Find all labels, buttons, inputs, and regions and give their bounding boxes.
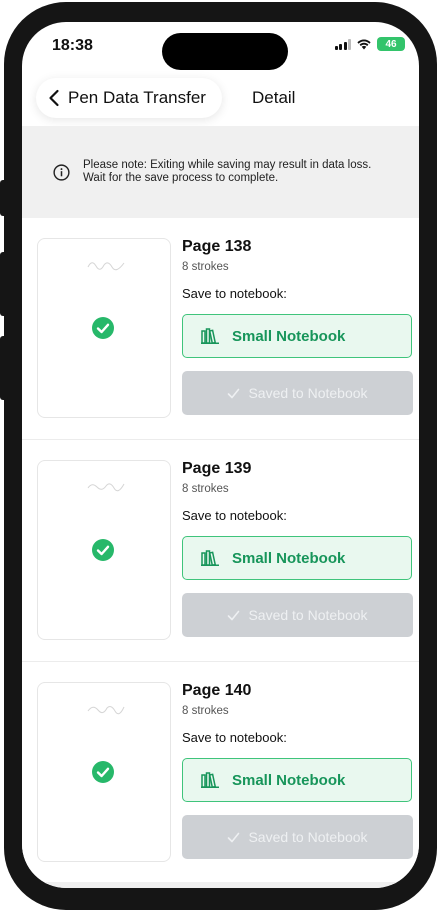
wifi-icon xyxy=(357,39,371,50)
check-circle-icon xyxy=(92,761,114,783)
notebook-name: Small Notebook xyxy=(232,771,346,789)
page-title: Detail xyxy=(252,88,296,107)
notebook-select-button[interactable]: Small Notebook xyxy=(182,758,412,802)
side-button-volume-down xyxy=(0,336,8,400)
navigation-bar: Pen Data Transfer Detail xyxy=(22,76,419,124)
notebook-name: Small Notebook xyxy=(232,327,346,345)
page-item: Page 139 8 strokes Save to notebook: Sma… xyxy=(22,440,419,662)
saved-to-notebook-button[interactable]: Saved to Notebook xyxy=(182,815,413,859)
stroke-preview xyxy=(87,483,125,492)
battery-icon: 46 xyxy=(377,37,405,51)
page-number: Page 138 xyxy=(182,238,252,255)
stroke-preview xyxy=(87,262,125,271)
signal-icon xyxy=(334,38,351,50)
page-item: Page 140 8 strokes Save to notebook: Sma… xyxy=(22,662,419,884)
page-number: Page 139 xyxy=(182,460,252,477)
side-button-volume-up xyxy=(0,252,8,316)
stroke-count: 8 strokes xyxy=(182,705,229,717)
checkmark-icon xyxy=(228,832,240,842)
saved-label: Saved to Notebook xyxy=(248,385,368,401)
screen: 18:38 46 Pen Data Transfer Detail Please… xyxy=(22,22,419,888)
books-icon xyxy=(201,328,219,344)
stroke-count: 8 strokes xyxy=(182,483,229,495)
info-icon xyxy=(53,163,70,181)
page-number: Page 140 xyxy=(182,682,252,699)
page-thumbnail[interactable] xyxy=(37,238,171,418)
check-circle-icon xyxy=(92,539,114,561)
books-icon xyxy=(201,550,219,566)
page-list: Page 138 8 strokes Save to notebook: Sma… xyxy=(22,218,419,884)
stroke-count: 8 strokes xyxy=(182,261,229,273)
save-to-notebook-label: Save to notebook: xyxy=(182,286,287,301)
saved-to-notebook-button[interactable]: Saved to Notebook xyxy=(182,371,413,415)
saved-to-notebook-button[interactable]: Saved to Notebook xyxy=(182,593,413,637)
checkmark-icon xyxy=(228,610,240,620)
check-circle-icon xyxy=(92,317,114,339)
books-icon xyxy=(201,772,219,788)
side-button-mute xyxy=(0,180,8,216)
chevron-left-icon xyxy=(49,89,59,107)
save-to-notebook-label: Save to notebook: xyxy=(182,508,287,523)
back-button[interactable]: Pen Data Transfer xyxy=(36,78,222,118)
status-bar: 18:38 46 xyxy=(22,22,419,76)
status-icons: 46 xyxy=(334,37,405,51)
back-label: Pen Data Transfer xyxy=(68,88,206,107)
save-warning-notice: Please note: Exiting while saving may re… xyxy=(22,126,419,218)
page-thumbnail[interactable] xyxy=(37,682,171,862)
bottom-edge xyxy=(22,882,419,888)
checkmark-icon xyxy=(228,388,240,398)
page-item: Page 138 8 strokes Save to notebook: Sma… xyxy=(22,218,419,440)
notice-text: Please note: Exiting while saving may re… xyxy=(83,159,372,184)
notebook-select-button[interactable]: Small Notebook xyxy=(182,536,412,580)
save-to-notebook-label: Save to notebook: xyxy=(182,730,287,745)
stroke-preview xyxy=(87,706,125,715)
notebook-name: Small Notebook xyxy=(232,549,346,567)
saved-label: Saved to Notebook xyxy=(248,607,368,623)
dynamic-island xyxy=(162,33,288,70)
page-thumbnail[interactable] xyxy=(37,460,171,640)
saved-label: Saved to Notebook xyxy=(248,829,368,845)
status-time: 18:38 xyxy=(52,37,93,54)
notebook-select-button[interactable]: Small Notebook xyxy=(182,314,412,358)
